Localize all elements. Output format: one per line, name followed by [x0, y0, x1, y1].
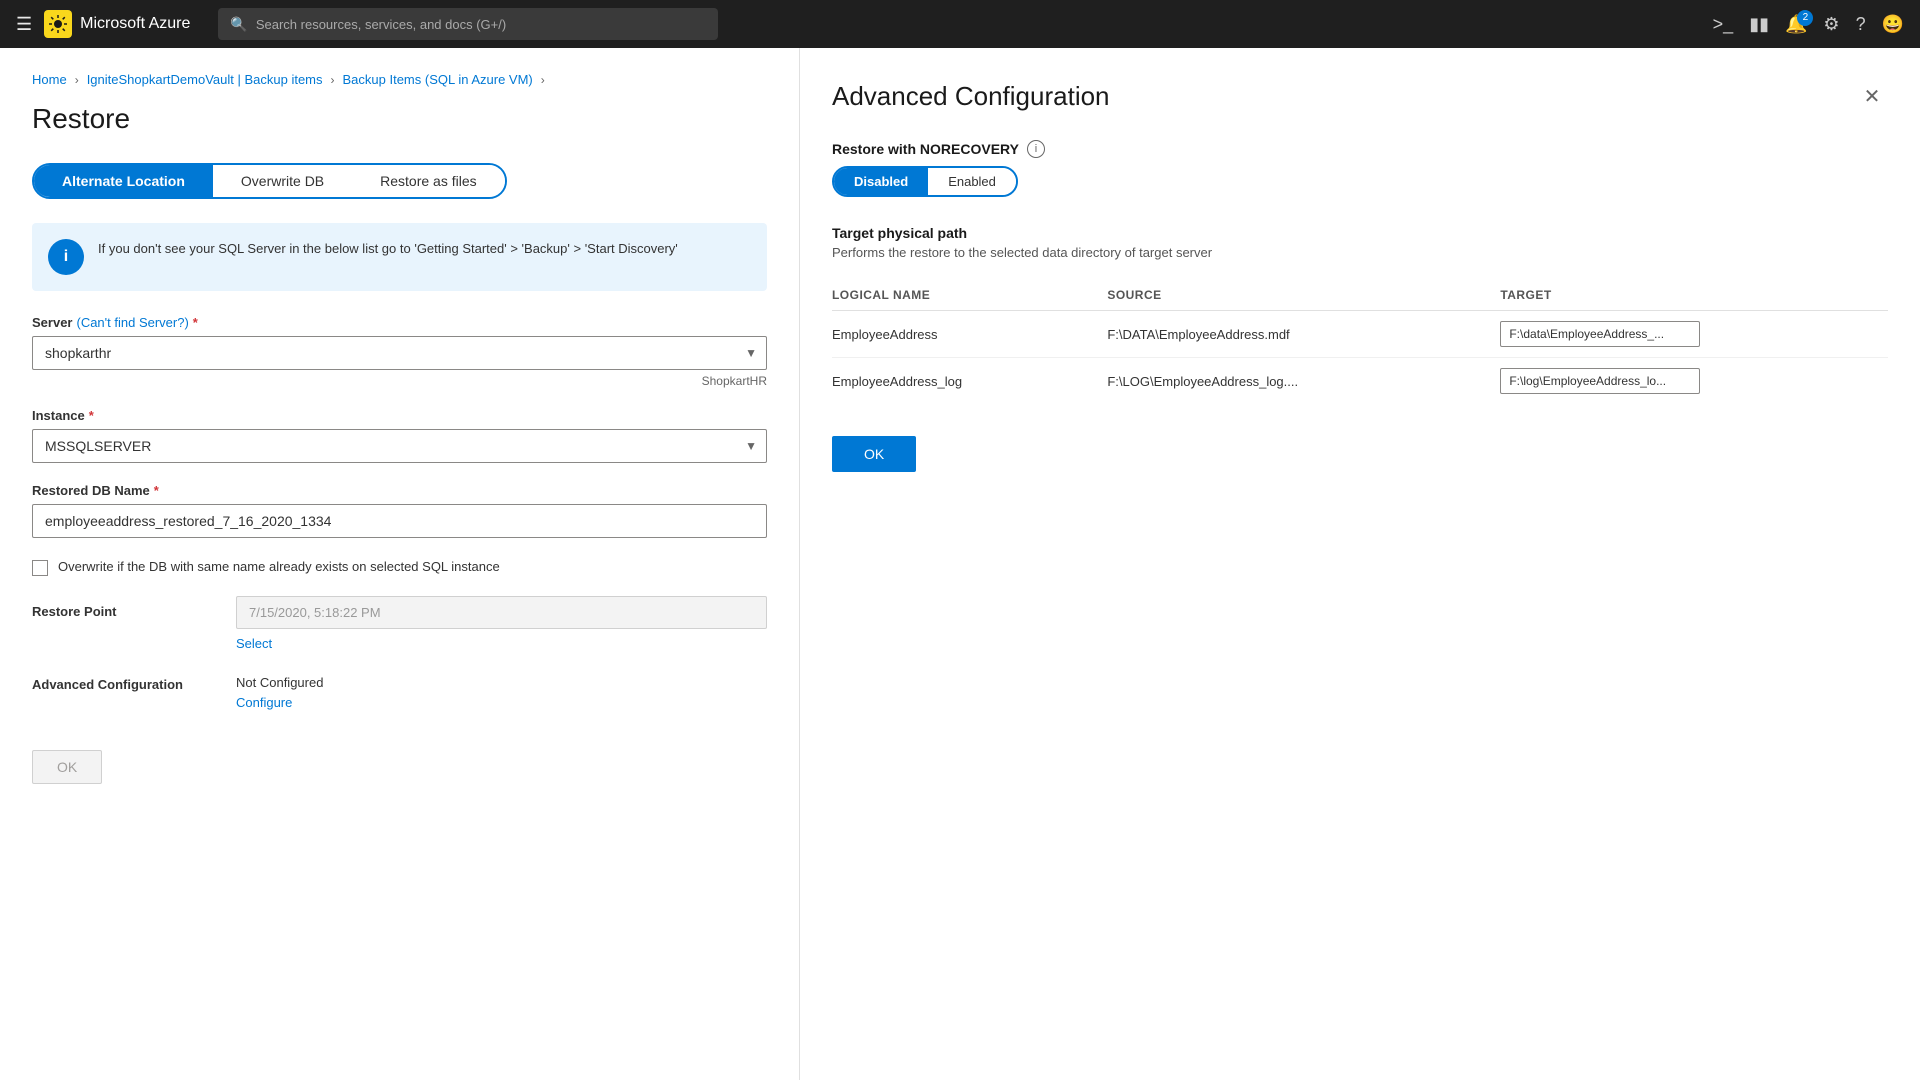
instance-select-wrapper: MSSQLSERVER ▼ — [32, 429, 767, 463]
page-title: Restore — [32, 103, 767, 135]
target-path-table-header: LOGICAL NAME SOURCE TARGET — [832, 280, 1888, 311]
instance-field-label: Instance * — [32, 408, 767, 423]
instance-select[interactable]: MSSQLSERVER — [32, 429, 767, 463]
azure-sun-icon — [48, 14, 68, 34]
logical-name-cell: EmployeeAddress — [832, 311, 1107, 358]
top-navigation: ☰ Microsoft Azure 🔍 >_ ▮▮ 🔔 2 — [0, 0, 1920, 48]
advanced-config-buttons: OK — [832, 404, 1888, 472]
logical-name-cell: EmployeeAddress_log — [832, 358, 1107, 405]
server-field-group: Server (Can't find Server?) * shopkarthr… — [32, 315, 767, 388]
toggle-enabled-button[interactable]: Enabled — [928, 168, 1016, 195]
col-source: SOURCE — [1107, 280, 1500, 311]
target-path-header-row: LOGICAL NAME SOURCE TARGET — [832, 280, 1888, 311]
norecovery-section: Restore with NORECOVERY i — [832, 140, 1888, 158]
directory-icon[interactable]: ▮▮ — [1749, 14, 1769, 35]
adv-config-value: Not Configured — [236, 675, 767, 690]
overwrite-checkbox-label: Overwrite if the DB with same name alrea… — [58, 558, 500, 576]
target-cell — [1500, 358, 1888, 405]
toggle-disabled-button[interactable]: Disabled — [834, 168, 928, 195]
advanced-config-ok-button[interactable]: OK — [832, 436, 916, 472]
settings-icon[interactable]: ⚙ — [1823, 14, 1839, 35]
tab-overwrite-db[interactable]: Overwrite DB — [213, 165, 352, 197]
info-text: If you don't see your SQL Server in the … — [98, 239, 678, 259]
overwrite-checkbox[interactable] — [32, 560, 48, 576]
info-box: i If you don't see your SQL Server in th… — [32, 223, 767, 291]
restored-db-input[interactable] — [32, 504, 767, 538]
tab-alternate-location[interactable]: Alternate Location — [34, 165, 213, 197]
restore-ok-button[interactable]: OK — [32, 750, 102, 784]
target-path-title: Target physical path — [832, 225, 1888, 241]
table-row: EmployeeAddress F:\DATA\EmployeeAddress.… — [832, 311, 1888, 358]
account-icon[interactable]: 😀 — [1882, 14, 1904, 35]
azure-logo-icon — [44, 10, 72, 38]
advanced-config-panel: Advanced Configuration ✕ Restore with NO… — [800, 48, 1920, 1080]
breadcrumb-sep-2: › — [331, 73, 335, 87]
breadcrumb-backup-items[interactable]: Backup Items (SQL in Azure VM) — [343, 72, 533, 87]
col-logical-name: LOGICAL NAME — [832, 280, 1107, 311]
restore-tab-bar: Alternate Location Overwrite DB Restore … — [32, 163, 507, 199]
breadcrumb-sep-3: › — [541, 73, 545, 87]
cloud-shell-icon[interactable]: >_ — [1713, 14, 1734, 35]
table-row: EmployeeAddress_log F:\LOG\EmployeeAddre… — [832, 358, 1888, 405]
global-search-box[interactable]: 🔍 — [218, 8, 718, 40]
restore-point-select-link[interactable]: Select — [236, 636, 272, 651]
search-input[interactable] — [256, 17, 707, 32]
help-icon[interactable]: ? — [1856, 14, 1866, 35]
source-cell: F:\DATA\EmployeeAddress.mdf — [1107, 311, 1500, 358]
advanced-config-title: Advanced Configuration — [832, 81, 1110, 112]
col-target: TARGET — [1500, 280, 1888, 311]
notifications-icon[interactable]: 🔔 2 — [1785, 14, 1807, 35]
restored-db-field-group: Restored DB Name * — [32, 483, 767, 538]
server-required-star: * — [193, 315, 198, 330]
cant-find-server-link[interactable]: (Can't find Server?) — [76, 315, 188, 330]
breadcrumb-sep-1: › — [75, 73, 79, 87]
restore-panel: Home › IgniteShopkartDemoVault | Backup … — [0, 48, 800, 1080]
server-select[interactable]: shopkarthr — [32, 336, 767, 370]
target-path-input-0[interactable] — [1500, 321, 1700, 347]
breadcrumb: Home › IgniteShopkartDemoVault | Backup … — [32, 72, 767, 87]
target-path-table: LOGICAL NAME SOURCE TARGET EmployeeAddre… — [832, 280, 1888, 404]
target-path-table-body: EmployeeAddress F:\DATA\EmployeeAddress.… — [832, 311, 1888, 405]
restored-db-label: Restored DB Name * — [32, 483, 767, 498]
adv-config-row: Advanced Configuration Not Configured Co… — [32, 675, 767, 710]
tab-restore-as-files[interactable]: Restore as files — [352, 165, 504, 197]
instance-required-star: * — [89, 408, 94, 423]
advanced-config-header: Advanced Configuration ✕ — [832, 80, 1888, 112]
topnav-icon-group: >_ ▮▮ 🔔 2 ⚙ ? 😀 — [1713, 14, 1904, 35]
advanced-config-close-button[interactable]: ✕ — [1856, 80, 1888, 112]
source-cell: F:\LOG\EmployeeAddress_log.... — [1107, 358, 1500, 405]
azure-logo-text: Microsoft Azure — [80, 15, 190, 33]
norecovery-toggle-group: Disabled Enabled — [832, 166, 1018, 197]
restore-point-label: Restore Point — [32, 596, 212, 619]
azure-logo: Microsoft Azure — [44, 10, 190, 38]
hamburger-menu-button[interactable]: ☰ — [16, 14, 32, 35]
overwrite-checkbox-row: Overwrite if the DB with same name alrea… — [32, 558, 767, 576]
instance-field-group: Instance * MSSQLSERVER ▼ — [32, 408, 767, 463]
norecovery-info-icon[interactable]: i — [1027, 140, 1045, 158]
restore-point-row: Restore Point 7/15/2020, 5:18:22 PM Sele… — [32, 596, 767, 651]
target-path-input-1[interactable] — [1500, 368, 1700, 394]
breadcrumb-home[interactable]: Home — [32, 72, 67, 87]
restored-db-required-star: * — [154, 483, 159, 498]
target-cell — [1500, 311, 1888, 358]
adv-config-label: Advanced Configuration — [32, 675, 212, 692]
restore-point-date: 7/15/2020, 5:18:22 PM — [236, 596, 767, 629]
server-field-label: Server (Can't find Server?) * — [32, 315, 767, 330]
target-path-desc: Performs the restore to the selected dat… — [832, 245, 1888, 260]
adv-config-link[interactable]: Configure — [236, 695, 292, 710]
breadcrumb-vault[interactable]: IgniteShopkartDemoVault | Backup items — [87, 72, 323, 87]
info-icon: i — [48, 239, 84, 275]
notification-badge: 2 — [1797, 10, 1813, 26]
main-container: Home › IgniteShopkartDemoVault | Backup … — [0, 48, 1920, 1080]
restore-bottom-buttons: OK — [32, 734, 767, 784]
server-sub-text: ShopkartHR — [32, 374, 767, 388]
norecovery-label: Restore with NORECOVERY — [832, 141, 1019, 157]
search-icon: 🔍 — [230, 16, 247, 33]
server-select-wrapper: shopkarthr ▼ — [32, 336, 767, 370]
restore-point-right: 7/15/2020, 5:18:22 PM Select — [236, 596, 767, 651]
adv-config-right: Not Configured Configure — [236, 675, 767, 710]
